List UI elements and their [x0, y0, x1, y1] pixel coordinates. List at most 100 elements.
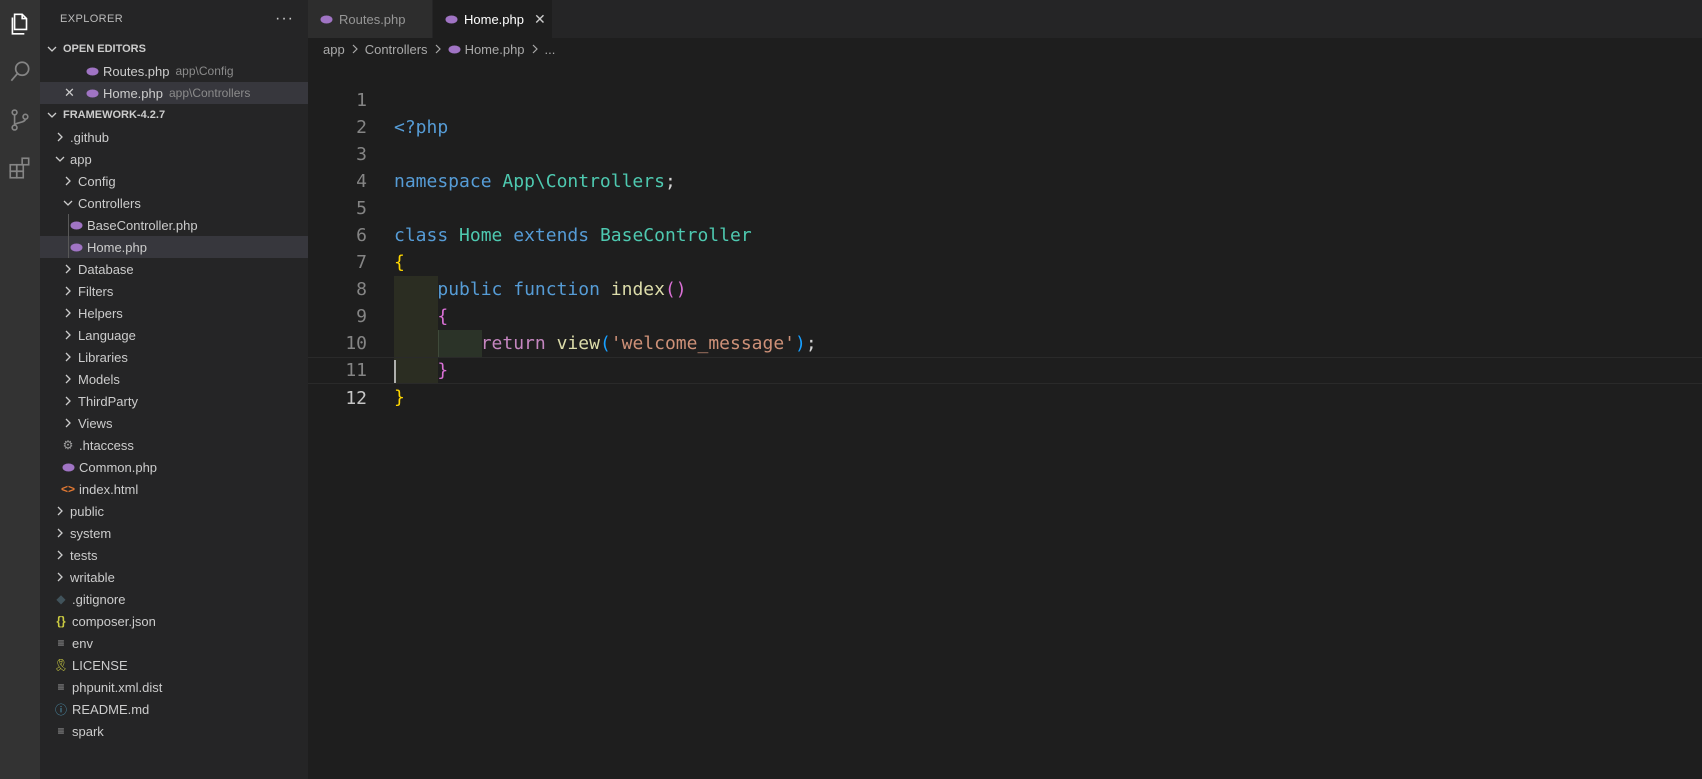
tree-file-common[interactable]: Common.php: [40, 456, 308, 478]
chevron-down-icon: [60, 198, 76, 208]
code-editor[interactable]: 1 <?php 2 3 namespace App\Controllers; 4…: [308, 60, 1702, 409]
open-editor-name: Routes.php: [103, 63, 170, 79]
chevron-down-icon: [44, 110, 60, 120]
chevron-right-icon: [60, 418, 76, 428]
text-lines-icon: ≡: [57, 724, 65, 738]
breadcrumb-item[interactable]: app: [323, 42, 345, 57]
chevron-right-icon: [60, 330, 76, 340]
tree-folder-github[interactable]: .github: [40, 126, 308, 148]
open-editors-header[interactable]: OPEN EDITORS: [40, 38, 308, 60]
chevron-right-icon: [60, 374, 76, 384]
tree-folder-filters[interactable]: Filters: [40, 280, 308, 302]
tree-file-gitignore[interactable]: ◆ .gitignore: [40, 588, 308, 610]
editor-area: Routes.php Home.php ✕ app Controllers Ho…: [308, 0, 1702, 779]
tree-label: LICENSE: [72, 657, 128, 673]
editor-tabs: Routes.php Home.php ✕: [308, 0, 1702, 38]
tree-label: writable: [70, 569, 115, 585]
code-line: 11 }: [308, 330, 1702, 408]
tree-file-htaccess[interactable]: ⚙ .htaccess: [40, 434, 308, 456]
html-code-icon: <>: [60, 482, 75, 496]
tree-label: Language: [78, 327, 136, 343]
tab-label: Routes.php: [339, 11, 406, 27]
code-line: 10 }: [308, 303, 1702, 381]
breadcrumb-item[interactable]: Controllers: [365, 42, 428, 57]
text-cursor: [394, 360, 396, 383]
tab-routes[interactable]: Routes.php: [308, 0, 433, 38]
tree-folder-libraries[interactable]: Libraries: [40, 346, 308, 368]
tree-folder-public[interactable]: public: [40, 500, 308, 522]
code-line: 8 {: [308, 249, 1702, 327]
tree-label: .gitignore: [72, 591, 126, 607]
extensions-icon[interactable]: [0, 144, 40, 192]
tree-label: Libraries: [78, 349, 128, 365]
tree-folder-app[interactable]: app: [40, 148, 308, 170]
info-icon: ⓘ: [54, 702, 67, 717]
tree-folder-database[interactable]: Database: [40, 258, 308, 280]
explorer-sidebar: EXPLORER ··· OPEN EDITORS Routes.php app…: [40, 0, 308, 779]
tree-folder-models[interactable]: Models: [40, 368, 308, 390]
tree-label: Filters: [78, 283, 114, 299]
tree-file-readme[interactable]: ⓘ README.md: [40, 698, 308, 720]
close-icon[interactable]: ✕: [64, 85, 75, 101]
chevron-right-icon: [52, 132, 68, 142]
tree-label: ThirdParty: [78, 393, 138, 409]
php-file-icon: [445, 15, 458, 24]
project-folder-label: FRAMEWORK-4.2.7: [63, 109, 166, 121]
tree-folder-tests[interactable]: tests: [40, 544, 308, 566]
php-file-icon: [84, 67, 100, 76]
text-lines-icon: ≡: [57, 636, 65, 650]
breadcrumb: app Controllers Home.php ...: [308, 38, 1702, 60]
tree-file-license[interactable]: 🎗 LICENSE: [40, 654, 308, 676]
chevron-right-icon: [52, 506, 68, 516]
tree-file-home[interactable]: Home.php: [40, 236, 308, 258]
tree-folder-writable[interactable]: writable: [40, 566, 308, 588]
tree-file-env[interactable]: ≡ env: [40, 632, 308, 654]
open-editor-path: app\Controllers: [168, 86, 251, 100]
tree-label: index.html: [79, 481, 139, 497]
tree-label: Controllers: [78, 195, 141, 211]
code-line: 3 namespace App\Controllers;: [308, 114, 1702, 192]
source-control-icon[interactable]: [0, 96, 40, 144]
gear-icon: ⚙: [62, 438, 74, 452]
search-icon[interactable]: [0, 48, 40, 96]
tree-folder-system[interactable]: system: [40, 522, 308, 544]
tree-folder-config[interactable]: Config: [40, 170, 308, 192]
explorer-header: EXPLORER ···: [40, 0, 308, 38]
tree-folder-views[interactable]: Views: [40, 412, 308, 434]
chevron-right-icon: [531, 42, 539, 57]
license-ribbon-icon: 🎗: [53, 658, 69, 672]
chevron-right-icon: [52, 572, 68, 582]
open-editor-item[interactable]: ✕ Home.php app\Controllers: [40, 82, 308, 104]
code-line: 5 class Home extends BaseController: [308, 168, 1702, 246]
tab-label: Home.php: [464, 11, 524, 27]
tree-folder-helpers[interactable]: Helpers: [40, 302, 308, 324]
close-icon[interactable]: ✕: [534, 11, 546, 28]
tree-file-indexhtml[interactable]: <> index.html: [40, 478, 308, 500]
tree-file-basecontroller[interactable]: BaseController.php: [40, 214, 308, 236]
tree-folder-thirdparty[interactable]: ThirdParty: [40, 390, 308, 412]
project-folder-header[interactable]: FRAMEWORK-4.2.7: [40, 104, 308, 126]
open-editor-path: app\Config: [175, 64, 234, 78]
tree-file-phpunit[interactable]: ≡ phpunit.xml.dist: [40, 676, 308, 698]
breadcrumb-item[interactable]: ...: [545, 42, 556, 57]
activity-bar: [0, 0, 40, 779]
chevron-right-icon: [52, 550, 68, 560]
tree-file-spark[interactable]: ≡ spark: [40, 720, 308, 742]
tree-label: Views: [78, 415, 113, 431]
explorer-files-icon[interactable]: [0, 0, 40, 48]
tree-folder-language[interactable]: Language: [40, 324, 308, 346]
breadcrumb-item[interactable]: Home.php: [465, 42, 525, 57]
code-line: 6 {: [308, 195, 1702, 273]
git-icon: ◆: [56, 592, 66, 606]
more-actions-icon[interactable]: ···: [275, 10, 294, 28]
tree-label: system: [70, 525, 112, 541]
open-editor-item[interactable]: Routes.php app\Config: [40, 60, 308, 82]
chevron-right-icon: [60, 286, 76, 296]
php-file-icon: [448, 45, 461, 54]
tree-label: README.md: [72, 701, 150, 717]
tab-home[interactable]: Home.php ✕: [433, 0, 553, 38]
tree-label: .github: [70, 129, 110, 145]
tree-file-composer[interactable]: {} composer.json: [40, 610, 308, 632]
tree-folder-controllers[interactable]: Controllers: [40, 192, 308, 214]
tree-label: Common.php: [79, 459, 158, 475]
